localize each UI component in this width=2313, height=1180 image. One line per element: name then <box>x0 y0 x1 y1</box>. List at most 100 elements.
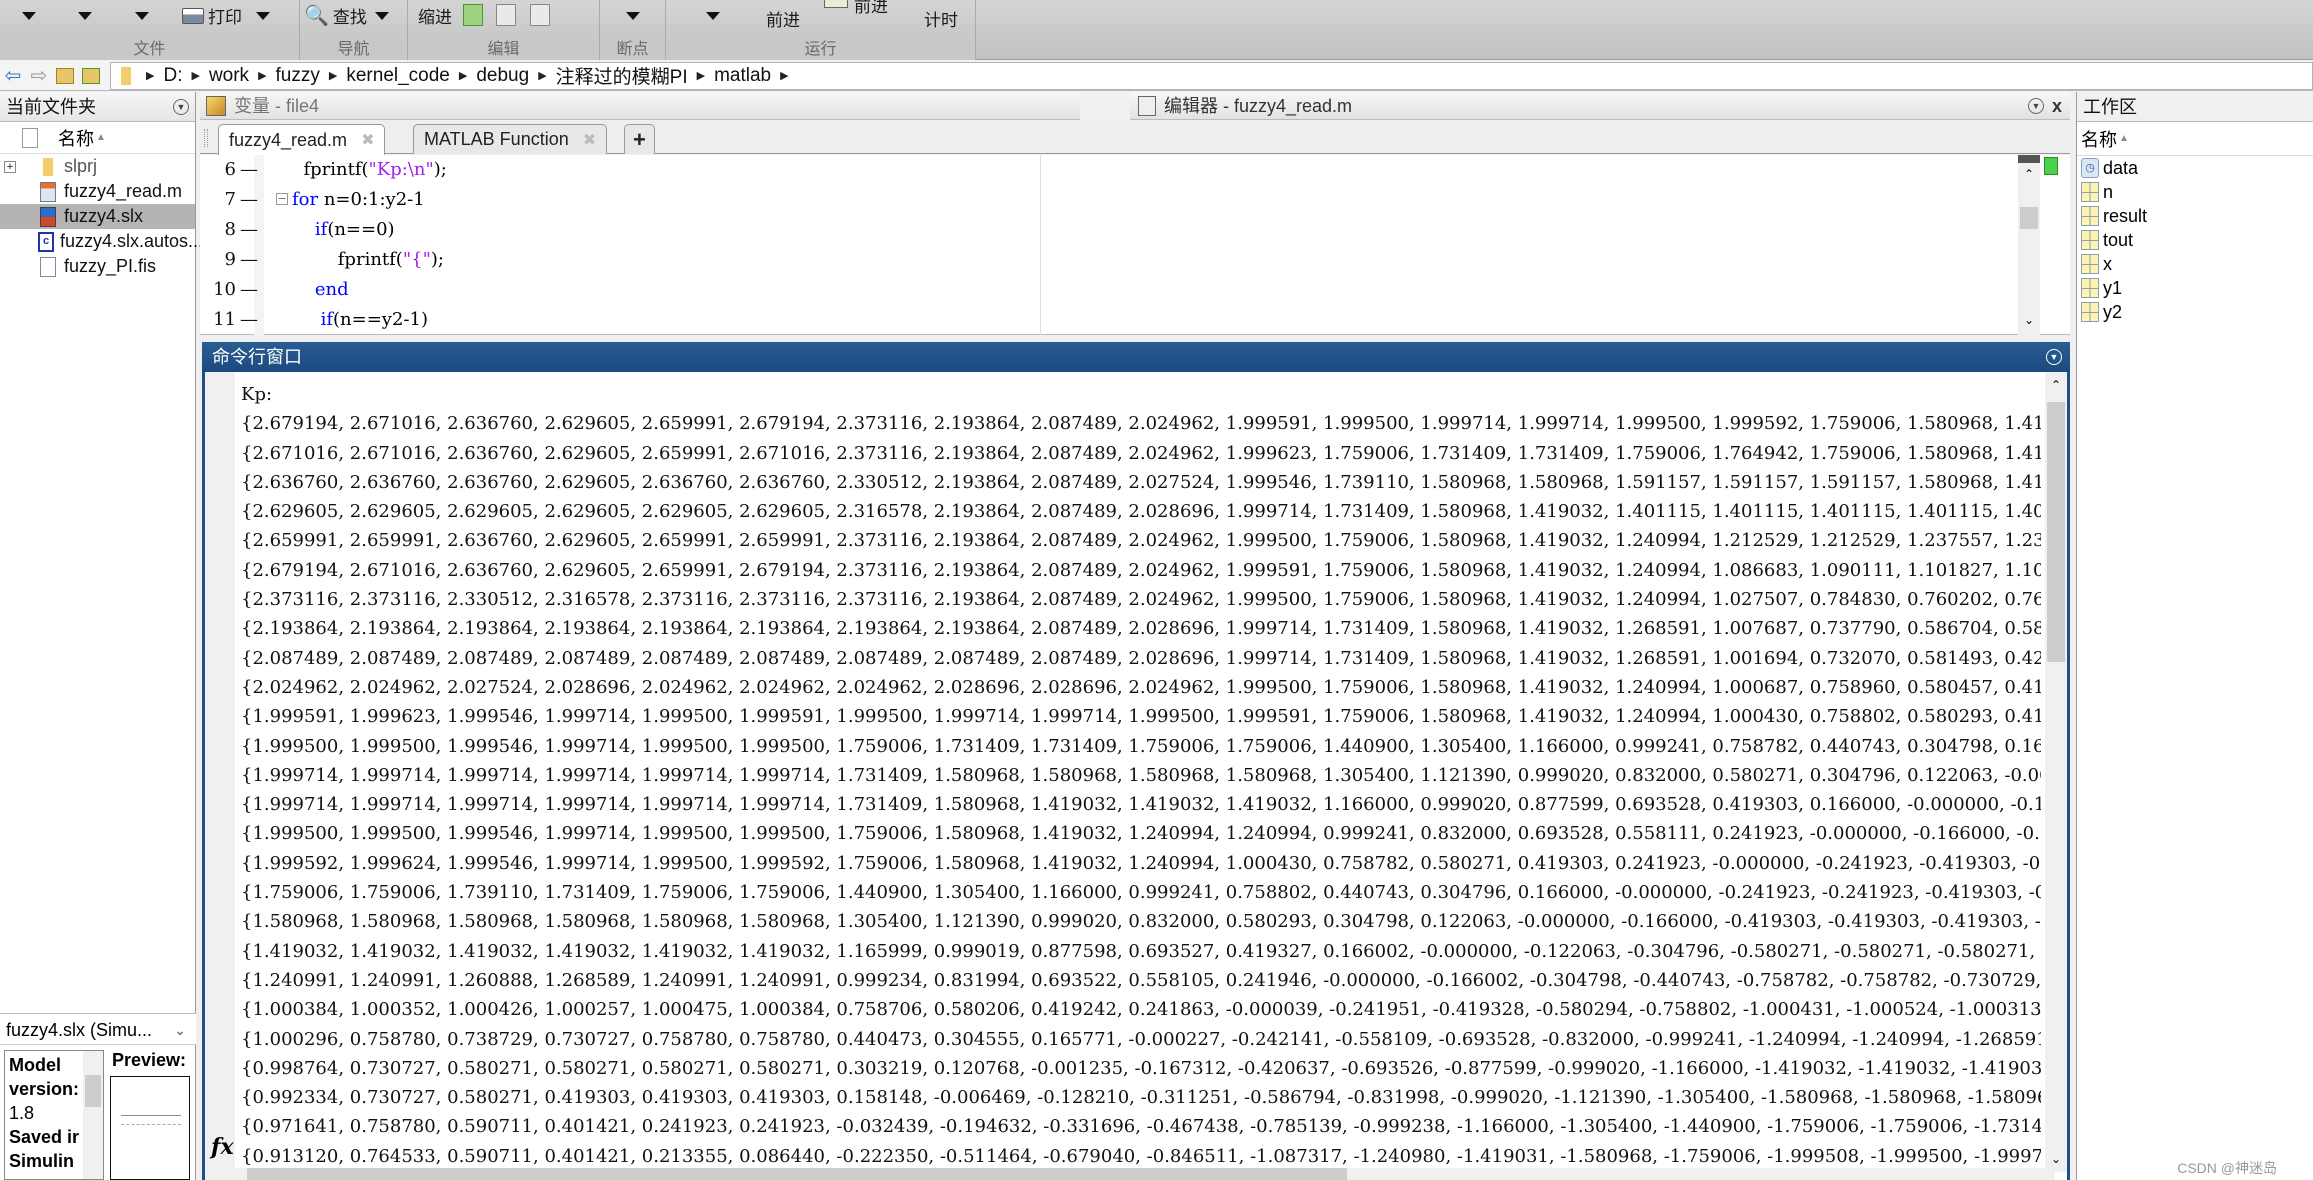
command-window-vertical-scrollbar[interactable]: ⌃ ⌄ <box>2045 372 2067 1172</box>
breakpoints-dropdown-caret[interactable] <box>626 12 640 20</box>
function-browser-icon[interactable]: fx <box>211 1134 234 1160</box>
code-vertical-scrollbar[interactable]: ⌃ ⌄ <box>2018 155 2040 335</box>
code-line[interactable]: 10— end <box>200 275 1000 305</box>
open-dropdown-caret[interactable] <box>78 12 92 20</box>
indent-button[interactable]: 缩进 <box>418 3 452 28</box>
smart-indent-icon[interactable] <box>463 4 483 26</box>
workspace-variable-x[interactable]: x <box>2077 252 2313 276</box>
breadcrumb-item[interactable]: D: <box>163 65 182 87</box>
scroll-down-icon[interactable]: ⌄ <box>2051 1152 2061 1166</box>
details-header[interactable]: fuzzy4.slx (Simu... ⌄ <box>0 1013 196 1045</box>
details-scrollbar[interactable] <box>83 1051 103 1179</box>
close-editor-icon[interactable]: x <box>2052 92 2062 120</box>
horizontal-scroll-thumb[interactable] <box>247 1168 1347 1180</box>
tab-drag-handle[interactable] <box>204 129 208 147</box>
forward-arrow-icon[interactable]: ⇨ <box>26 64 52 88</box>
tab-fuzzy4-read-m[interactable]: fuzzy4_read.m ✖ <box>218 124 386 155</box>
run-and-time-button[interactable]: 计时 <box>924 6 958 31</box>
breakpoint-dash[interactable]: — <box>240 215 258 245</box>
vertical-scroll-thumb[interactable] <box>2047 402 2065 662</box>
name-column-header[interactable]: 名称 ▲ <box>0 122 195 154</box>
address-bar: ⇦ ⇨ ▶ D: ▶ work ▶ fuzzy ▶ kernel_code ▶ … <box>0 61 2313 91</box>
back-arrow-icon[interactable]: ⇦ <box>0 64 26 88</box>
workspace-variable-result[interactable]: result <box>2077 204 2313 228</box>
breakpoint-dash[interactable]: — <box>240 275 258 305</box>
run-dropdown-caret[interactable] <box>706 12 720 20</box>
file-name: slprj <box>64 156 98 176</box>
find-button[interactable]: 🔍 查找 <box>304 3 389 28</box>
print-dropdown-caret[interactable] <box>256 11 270 20</box>
up-folder-icon[interactable] <box>52 64 78 88</box>
breadcrumb-item[interactable]: matlab <box>714 65 771 87</box>
scroll-up-icon[interactable]: ⌃ <box>2024 167 2034 181</box>
breakpoint-dash[interactable]: — <box>240 155 258 185</box>
breadcrumb-separator-icon[interactable]: ▶ <box>329 69 337 82</box>
close-tab-icon[interactable]: ✖ <box>361 130 374 150</box>
scroll-up-icon[interactable]: ⌃ <box>2051 378 2061 392</box>
workspace-name-column-header[interactable]: 名称 ▲ <box>2077 122 2313 156</box>
workspace-variable-data[interactable]: ◷ data <box>2077 156 2313 180</box>
breadcrumb-item[interactable]: 注释过的模糊PI <box>556 62 688 89</box>
breadcrumb-separator-icon[interactable]: ▶ <box>697 69 705 82</box>
workspace-variable-list: ◷ data n result tout x y1 y2 <box>2077 156 2313 324</box>
workspace-variable-y1[interactable]: y1 <box>2077 276 2313 300</box>
breadcrumb-separator-icon[interactable]: ▶ <box>191 69 199 82</box>
breadcrumb-item[interactable]: debug <box>476 65 529 87</box>
command-output-line: {2.629605, 2.629605, 2.629605, 2.629605,… <box>241 501 2041 523</box>
code-line[interactable]: 8— if(n==0) <box>200 215 1000 245</box>
workspace-variable-tout[interactable]: tout <box>2077 228 2313 252</box>
breadcrumb-separator-icon[interactable]: ▶ <box>146 69 154 82</box>
panel-menu-icon[interactable]: ▼ <box>173 99 189 115</box>
workspace-variable-n[interactable]: n <box>2077 180 2313 204</box>
file-row-fuzzy-pi-fis[interactable]: fuzzy_PI.fis <box>0 254 195 279</box>
path-breadcrumb[interactable]: ▶ D: ▶ work ▶ fuzzy ▶ kernel_code ▶ debu… <box>110 61 2313 90</box>
file-row-slprj[interactable]: + slprj <box>0 154 195 179</box>
breadcrumb-separator-icon[interactable]: ▶ <box>780 69 788 82</box>
printer-icon <box>182 7 204 24</box>
chevron-down-icon[interactable]: ⌄ <box>174 1014 186 1046</box>
code-fold-icon[interactable]: − <box>276 193 288 205</box>
advance-icon[interactable] <box>824 0 848 8</box>
workspace-variable-y2[interactable]: y2 <box>2077 300 2313 324</box>
breakpoint-dash[interactable]: — <box>240 245 258 275</box>
code-editor[interactable]: 6— fprintf("Kp:\n"); 7— − for n=0:1:y2-1 8— … <box>200 155 2070 335</box>
breadcrumb-separator-icon[interactable]: ▶ <box>538 69 546 82</box>
scroll-down-icon[interactable]: ⌄ <box>2024 313 2034 327</box>
breakpoint-dash[interactable]: — <box>240 185 258 215</box>
save-dropdown-caret[interactable] <box>135 12 149 20</box>
file-row-fuzzy4-slx[interactable]: fuzzy4.slx <box>0 204 195 229</box>
matrix-icon <box>2081 230 2099 250</box>
breadcrumb-item[interactable]: work <box>209 65 249 87</box>
increase-indent-icon[interactable] <box>496 4 516 26</box>
breakpoint-dash[interactable]: — <box>240 305 258 335</box>
advance-button[interactable]: 前进 <box>854 0 888 17</box>
breadcrumb-item[interactable]: kernel_code <box>346 65 450 87</box>
file-row-fuzzy4-slx-autosave[interactable]: c fuzzy4.slx.autos... <box>0 229 203 254</box>
code-line[interactable]: 6— fprintf("Kp:\n"); <box>200 155 1000 185</box>
browse-folder-icon[interactable] <box>78 64 104 88</box>
run-and-advance-button[interactable]: 前进 <box>766 6 800 31</box>
command-window[interactable]: Kp: {2.679194, 2.671016, 2.636760, 2.6296… <box>202 372 2070 1180</box>
tab-matlab-function[interactable]: MATLAB Function ✖ <box>413 124 608 154</box>
add-tab-button[interactable]: + <box>624 124 655 154</box>
file-row-fuzzy4-read-m[interactable]: fuzzy4_read.m <box>0 179 195 204</box>
find-dropdown-caret[interactable] <box>374 11 389 20</box>
command-window-horizontal-scrollbar[interactable] <box>235 1168 2055 1180</box>
decrease-indent-icon[interactable] <box>530 4 550 26</box>
variable-name: result <box>2103 205 2148 226</box>
close-tab-icon[interactable]: ✖ <box>583 130 596 150</box>
code-analyzer-status-icon[interactable] <box>2044 157 2058 175</box>
breadcrumb-separator-icon[interactable]: ▶ <box>258 69 266 82</box>
generic-file-icon <box>38 256 58 278</box>
breadcrumb-item[interactable]: fuzzy <box>276 65 320 87</box>
expand-icon[interactable]: + <box>4 160 16 173</box>
code-line[interactable]: 11— if(n==y2-1) <box>200 305 1000 335</box>
editor-menu-icon[interactable]: ▼ <box>2028 98 2044 114</box>
code-line[interactable]: 9— fprintf("{"); <box>200 245 1000 275</box>
command-window-menu-icon[interactable]: ▼ <box>2046 349 2062 365</box>
print-button[interactable]: 打印 <box>182 3 270 28</box>
code-line[interactable]: 7— − for n=0:1:y2-1 <box>200 185 1000 215</box>
variable-editor-bar[interactable]: 变量 - file4 <box>200 92 1080 120</box>
breadcrumb-separator-icon[interactable]: ▶ <box>459 69 467 82</box>
new-dropdown-caret[interactable] <box>22 12 36 20</box>
